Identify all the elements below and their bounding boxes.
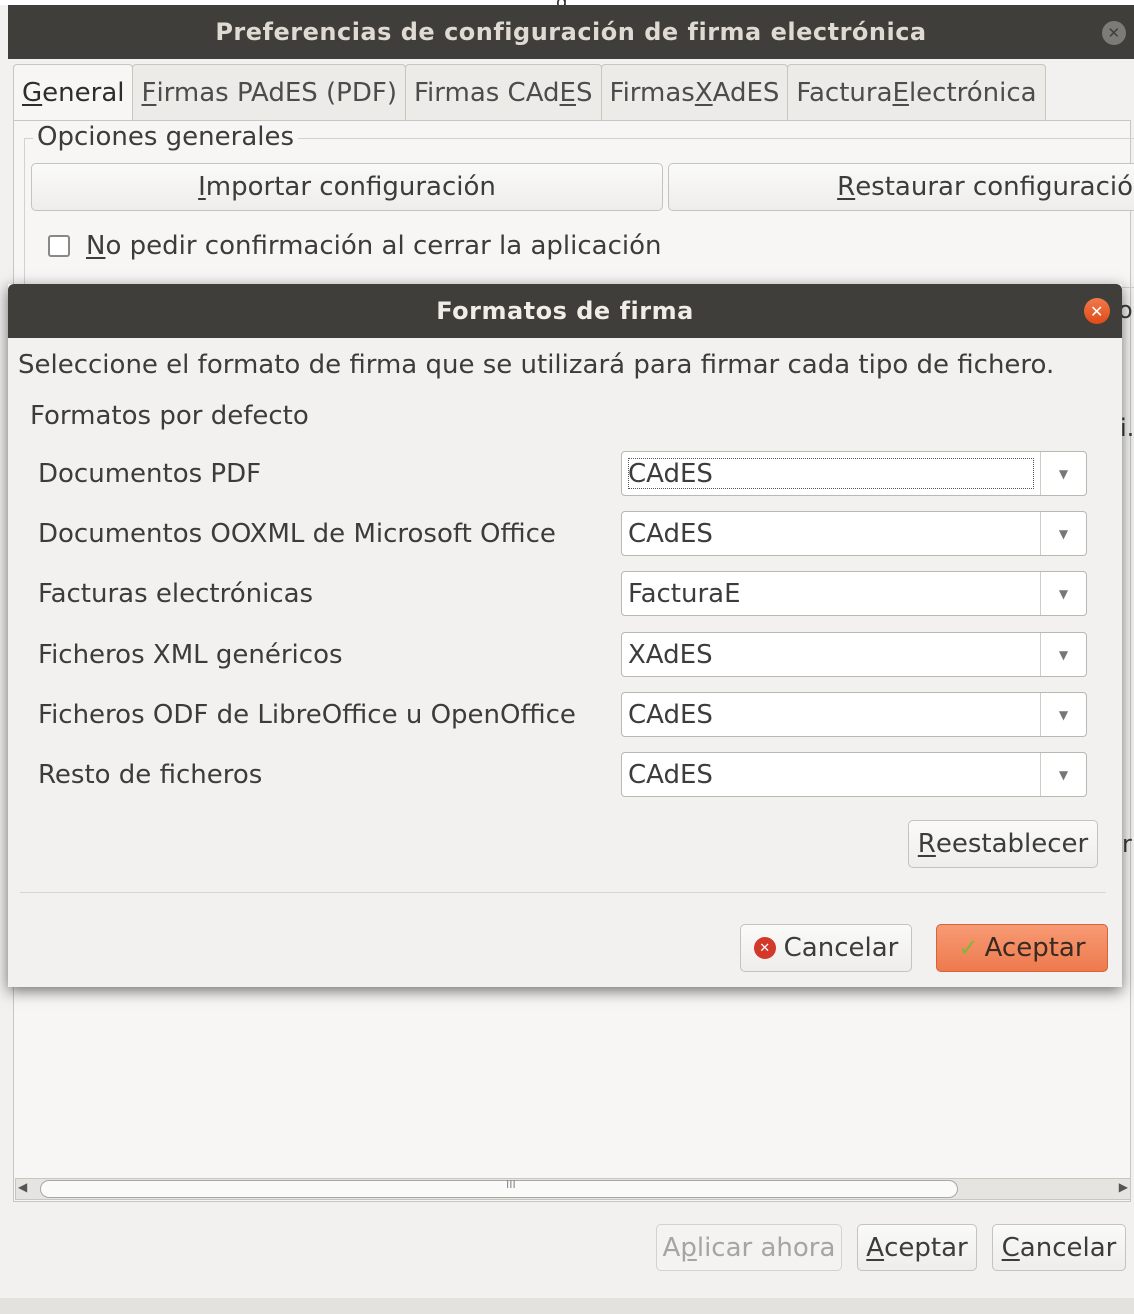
tab-label: Firmas CAd [413, 78, 560, 108]
cancel-icon: ✕ [753, 937, 776, 959]
window-title: Preferencias de configuración de firma e… [215, 18, 927, 46]
button-label: eestablecer [935, 829, 1089, 859]
format-label-xml: Ficheros XML genéricos [38, 640, 343, 670]
reset-button[interactable]: Reestablecer [908, 820, 1098, 868]
dialog-accept-button[interactable]: ✓ Aceptar [936, 924, 1108, 972]
scroll-right-icon[interactable]: ▶ [1119, 1180, 1128, 1194]
tab-label: lectrónica [908, 78, 1037, 108]
select-value: CAdES [628, 518, 713, 549]
button-mnemonic: R [917, 829, 936, 859]
button-mnemonic: R [837, 172, 856, 202]
select-value: CAdES [628, 759, 713, 790]
close-icon[interactable]: ✕ [1102, 21, 1126, 45]
tab-mnemonic: X [694, 78, 713, 108]
accept-button[interactable]: Aceptar [857, 1224, 977, 1271]
button-label: A [662, 1232, 681, 1263]
apply-now-button[interactable]: Ap licar ahora [656, 1224, 842, 1271]
chevron-down-icon[interactable]: ▼ [1041, 708, 1086, 722]
horizontal-scrollbar[interactable]: ◀ III ▶ [15, 1178, 1131, 1200]
tab-mnemonic: E [559, 78, 576, 108]
chevron-down-icon[interactable]: ▼ [1041, 587, 1086, 601]
button-mnemonic: I [198, 172, 206, 202]
button-mnemonic: p [680, 1232, 697, 1263]
button-label: licar ahora [696, 1232, 836, 1263]
general-options-group [24, 138, 1134, 288]
format-select-others[interactable]: CAdES ▼ [621, 752, 1087, 797]
clipped-text-fragment: i. [1120, 414, 1134, 442]
window-bottom-edge [0, 1298, 1134, 1314]
format-select-facturas[interactable]: FacturaE ▼ [621, 571, 1087, 616]
chevron-down-icon[interactable]: ▼ [1041, 467, 1086, 481]
tab-label: Factura [796, 78, 893, 108]
section-title: Formatos por defecto [30, 401, 309, 431]
tab-factura-electronica[interactable]: Factura Electrónica [787, 64, 1046, 121]
format-select-odf[interactable]: CAdES ▼ [621, 692, 1087, 737]
tab-label: eneral [42, 78, 125, 108]
checkbox-mnemonic: N [86, 231, 106, 261]
clipped-text-fragment: r [1122, 830, 1132, 858]
tab-general[interactable]: General [13, 64, 134, 121]
tab-mnemonic: E [892, 78, 909, 108]
format-label-odf: Ficheros ODF de LibreOffice u OpenOffice [38, 700, 576, 730]
tab-mnemonic: G [22, 78, 43, 108]
tab-label: AdES [712, 78, 780, 108]
cancel-button[interactable]: Cancelar [992, 1224, 1126, 1271]
import-config-button[interactable]: Importar configuración [31, 163, 663, 211]
group-title: Opciones generales [33, 122, 299, 152]
format-label-pdf: Documentos PDF [38, 459, 262, 489]
format-select-pdf[interactable]: CAdES ▼ [621, 451, 1087, 496]
tab-pades[interactable]: Firmas PAdES (PDF) [132, 64, 406, 121]
format-label-facturas: Facturas electrónicas [38, 579, 314, 609]
checkbox-label: o pedir confirmación al cerrar la aplica… [105, 231, 662, 261]
divider [20, 892, 1106, 893]
checkmark-icon: ✓ [958, 934, 979, 962]
button-mnemonic: A [866, 1232, 885, 1263]
dialog-titlebar[interactable]: Formatos de firma ✕ [8, 284, 1122, 338]
format-select-xml[interactable]: XAdES ▼ [621, 632, 1087, 677]
dialog-title: Formatos de firma [436, 297, 694, 325]
format-select-ooxml[interactable]: CAdES ▼ [621, 511, 1087, 556]
button-mnemonic: C [1001, 1232, 1020, 1263]
scrollbar-thumb[interactable]: III [40, 1178, 958, 1198]
button-label: mportar configuración [205, 172, 496, 202]
scrollbar-grip: III [506, 1178, 516, 1191]
tab-label: S [575, 78, 593, 108]
chevron-down-icon[interactable]: ▼ [1041, 768, 1086, 782]
window-titlebar[interactable]: Preferencias de configuración de firma e… [8, 5, 1134, 59]
tab-label: irmas PAdES (PDF) [156, 78, 397, 108]
select-value: CAdES [628, 699, 713, 730]
format-label-ooxml: Documentos OOXML de Microsoft Office [38, 519, 556, 549]
button-label: Cancelar [783, 933, 899, 963]
restore-config-button[interactable]: Restaurar configuració [668, 163, 1134, 211]
dialog-cancel-button[interactable]: ✕ Cancelar [740, 924, 912, 972]
scroll-left-icon[interactable]: ◀ [18, 1180, 27, 1194]
checkbox[interactable] [48, 235, 70, 257]
select-value: CAdES [626, 456, 1036, 491]
tab-xades[interactable]: Firmas X AdES [600, 64, 789, 121]
chevron-down-icon[interactable]: ▼ [1041, 648, 1086, 662]
select-value: FacturaE [628, 578, 741, 609]
button-label: ancelar [1019, 1232, 1117, 1263]
button-label: ceptar [884, 1232, 968, 1263]
signature-formats-dialog: Formatos de firma ✕ Seleccione el format… [8, 284, 1122, 987]
format-label-others: Resto de ficheros [38, 760, 263, 790]
dialog-description: Seleccione el formato de firma que se ut… [18, 350, 1055, 380]
button-label: estaurar configuració [855, 172, 1133, 202]
no-confirm-on-close-option[interactable]: No pedir confirmación al cerrar la aplic… [48, 231, 661, 261]
tab-mnemonic: F [141, 78, 157, 108]
tab-label: Firmas [609, 78, 695, 108]
close-icon[interactable]: ✕ [1084, 298, 1110, 324]
tab-cades[interactable]: Firmas CAd E S [404, 64, 602, 121]
button-label: Aceptar [984, 933, 1086, 963]
tab-bar: General Firmas PAdES (PDF) Firmas CAd E S … [13, 64, 1046, 121]
chevron-down-icon[interactable]: ▼ [1041, 527, 1086, 541]
select-value: XAdES [628, 639, 713, 670]
